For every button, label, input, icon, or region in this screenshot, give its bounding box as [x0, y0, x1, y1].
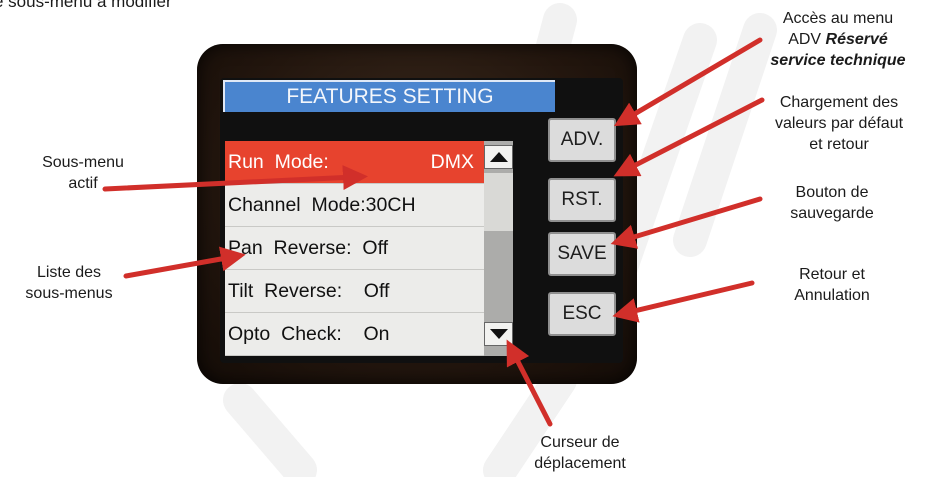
arrow-cursor	[506, 339, 553, 427]
arrow-adv	[613, 37, 763, 127]
arrow-rst	[613, 97, 765, 177]
arrows-layer	[102, 37, 765, 427]
arrow-save	[610, 196, 763, 249]
arrow-esc	[612, 280, 755, 323]
arrow-active-submenu	[102, 165, 368, 192]
arrow-submenu-list	[123, 246, 246, 279]
